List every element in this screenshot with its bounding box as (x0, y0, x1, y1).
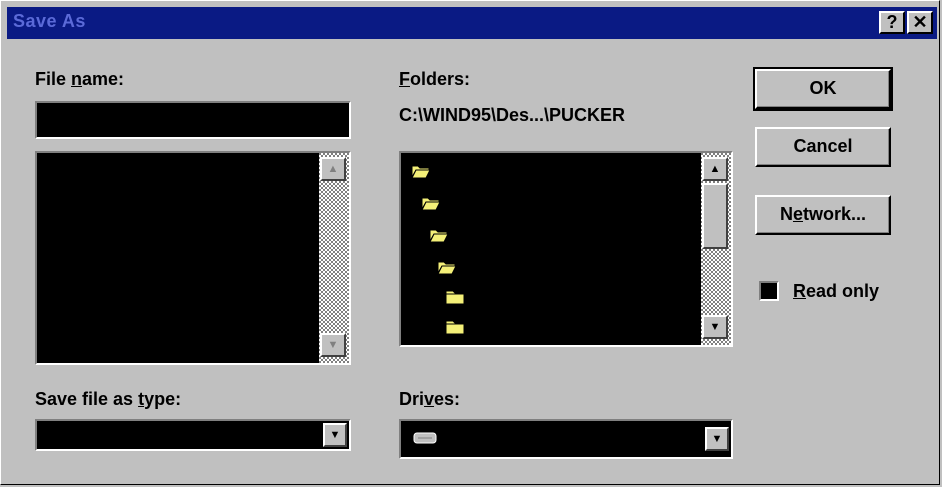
close-button[interactable]: ✕ (907, 11, 933, 34)
drives-dropdown-button[interactable]: ▼ (705, 427, 729, 451)
open-folder-icon[interactable] (411, 163, 431, 179)
title-bar[interactable]: Save As ? ✕ (7, 7, 937, 39)
help-icon: ? (886, 12, 898, 32)
scroll-up-button[interactable]: ▲ (702, 157, 728, 181)
close-icon: ✕ (912, 12, 928, 32)
help-button[interactable]: ? (879, 11, 905, 34)
folder-list-scrollbar[interactable]: ▲ ▼ (701, 153, 731, 345)
save-type-dropdown-button[interactable]: ▼ (323, 423, 347, 447)
read-only-checkbox[interactable] (759, 281, 779, 301)
file-list-scrollbar[interactable]: ▲ ▼ (319, 153, 349, 363)
cancel-button[interactable]: Cancel (755, 127, 891, 167)
read-only-label[interactable]: Read only (793, 281, 879, 302)
save-type-select[interactable]: ▼ (35, 419, 351, 451)
save-type-label: Save file as type: (35, 389, 182, 409)
open-folder-icon[interactable] (429, 227, 449, 243)
file-name-input[interactable] (35, 101, 351, 139)
closed-folder-icon[interactable] (445, 319, 465, 335)
drives-select[interactable]: ▼ (399, 419, 733, 459)
folder-path: C:\WIND95\Des...\PUCKER (399, 105, 626, 125)
scroll-thumb[interactable] (702, 183, 728, 249)
chevron-down-icon: ▼ (711, 433, 723, 445)
drives-label: Drives: (399, 389, 461, 409)
network-button[interactable]: Network... (755, 195, 891, 235)
open-folder-icon[interactable] (421, 195, 441, 211)
scroll-down-button[interactable]: ▼ (702, 315, 728, 339)
folder-list[interactable]: ▲ ▼ (399, 151, 733, 347)
file-list[interactable]: ▲ ▼ (35, 151, 351, 365)
folders-label: Folders: (399, 69, 471, 89)
window-title: Save As (13, 11, 86, 31)
save-as-dialog: Save As ? ✕ File name: ▲ ▼ Folders: C:\W… (0, 0, 940, 485)
ok-button[interactable]: OK (753, 67, 893, 111)
open-folder-icon[interactable] (437, 259, 457, 275)
scroll-down-button[interactable]: ▼ (320, 333, 346, 357)
drive-icon (413, 432, 437, 444)
scroll-up-button[interactable]: ▲ (320, 157, 346, 181)
closed-folder-icon[interactable] (445, 289, 465, 305)
chevron-down-icon: ▼ (329, 429, 341, 441)
file-name-label: File name: (35, 69, 125, 89)
